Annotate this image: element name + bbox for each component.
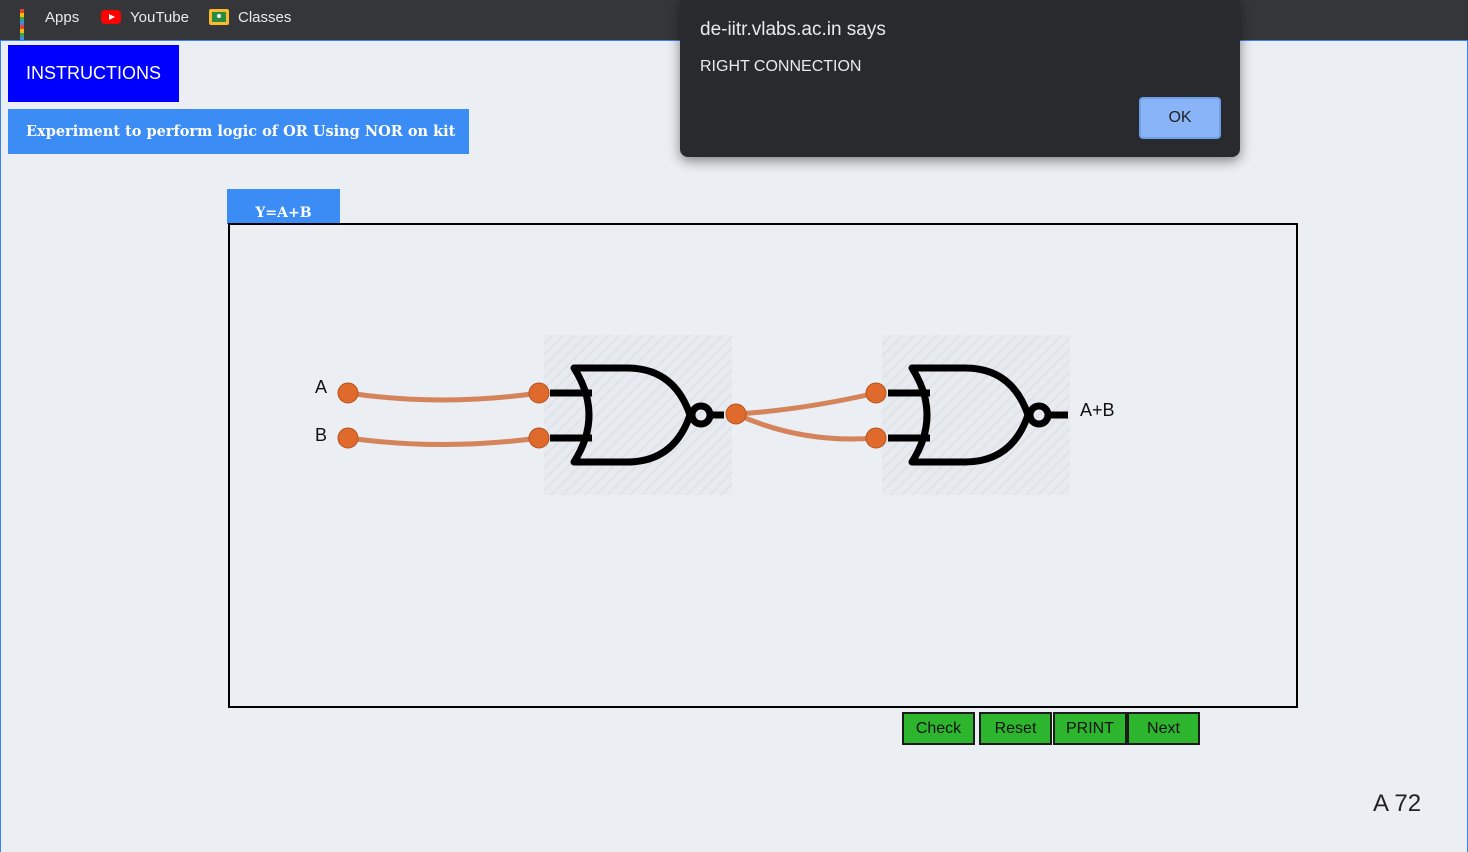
instructions-button[interactable]: INSTRUCTIONS [8,45,179,102]
reset-button[interactable]: Reset [979,712,1052,745]
bookmark-label: Classes [238,8,292,26]
bookmark-apps[interactable]: Apps [20,0,80,45]
classes-icon [209,9,229,25]
footer-code: A 72 [1373,790,1422,817]
gate1-input1-node[interactable] [528,382,550,404]
input-a-node[interactable] [337,382,359,404]
gate1-output-node[interactable] [725,403,747,425]
youtube-icon [101,10,121,24]
bookmark-classes[interactable]: Classes [209,0,291,34]
wire-b [345,435,542,447]
input-b-label: B [315,425,328,445]
check-button[interactable]: Check [902,712,975,745]
output-label: A+B [1080,400,1115,420]
bookmark-youtube[interactable]: YouTube [101,0,189,34]
wire-gate1-to-gate2-top [733,390,879,417]
bookmark-label: YouTube [130,8,189,26]
gate1-area [544,335,732,495]
input-a-label: A [315,377,328,397]
wire-gate1-to-gate2-bottom [733,411,879,442]
next-button[interactable]: Next [1127,712,1200,745]
gate1-input2-node[interactable] [528,427,550,449]
print-button[interactable]: PRINT [1053,712,1127,745]
apps-grid-icon [20,9,36,45]
dialog-message: RIGHT CONNECTION [700,58,862,75]
wire-a [345,390,542,403]
bookmark-label: Apps [45,8,80,26]
input-b-node[interactable] [337,427,359,449]
alert-dialog: de-iitr.vlabs.ac.in says RIGHT CONNECTIO… [680,0,1240,157]
equation-tab: Y=A+B [227,189,340,224]
circuit-workspace [228,223,1298,708]
circuit-diagram [337,335,1070,495]
dialog-title: de-iitr.vlabs.ac.in says [700,19,886,40]
ok-button[interactable]: OK [1139,97,1221,139]
gate2-area [882,335,1070,495]
gate2-input2-node[interactable] [865,427,887,449]
gate2-input1-node[interactable] [865,382,887,404]
experiment-title: Experiment to perform logic of OR Using … [8,109,469,154]
